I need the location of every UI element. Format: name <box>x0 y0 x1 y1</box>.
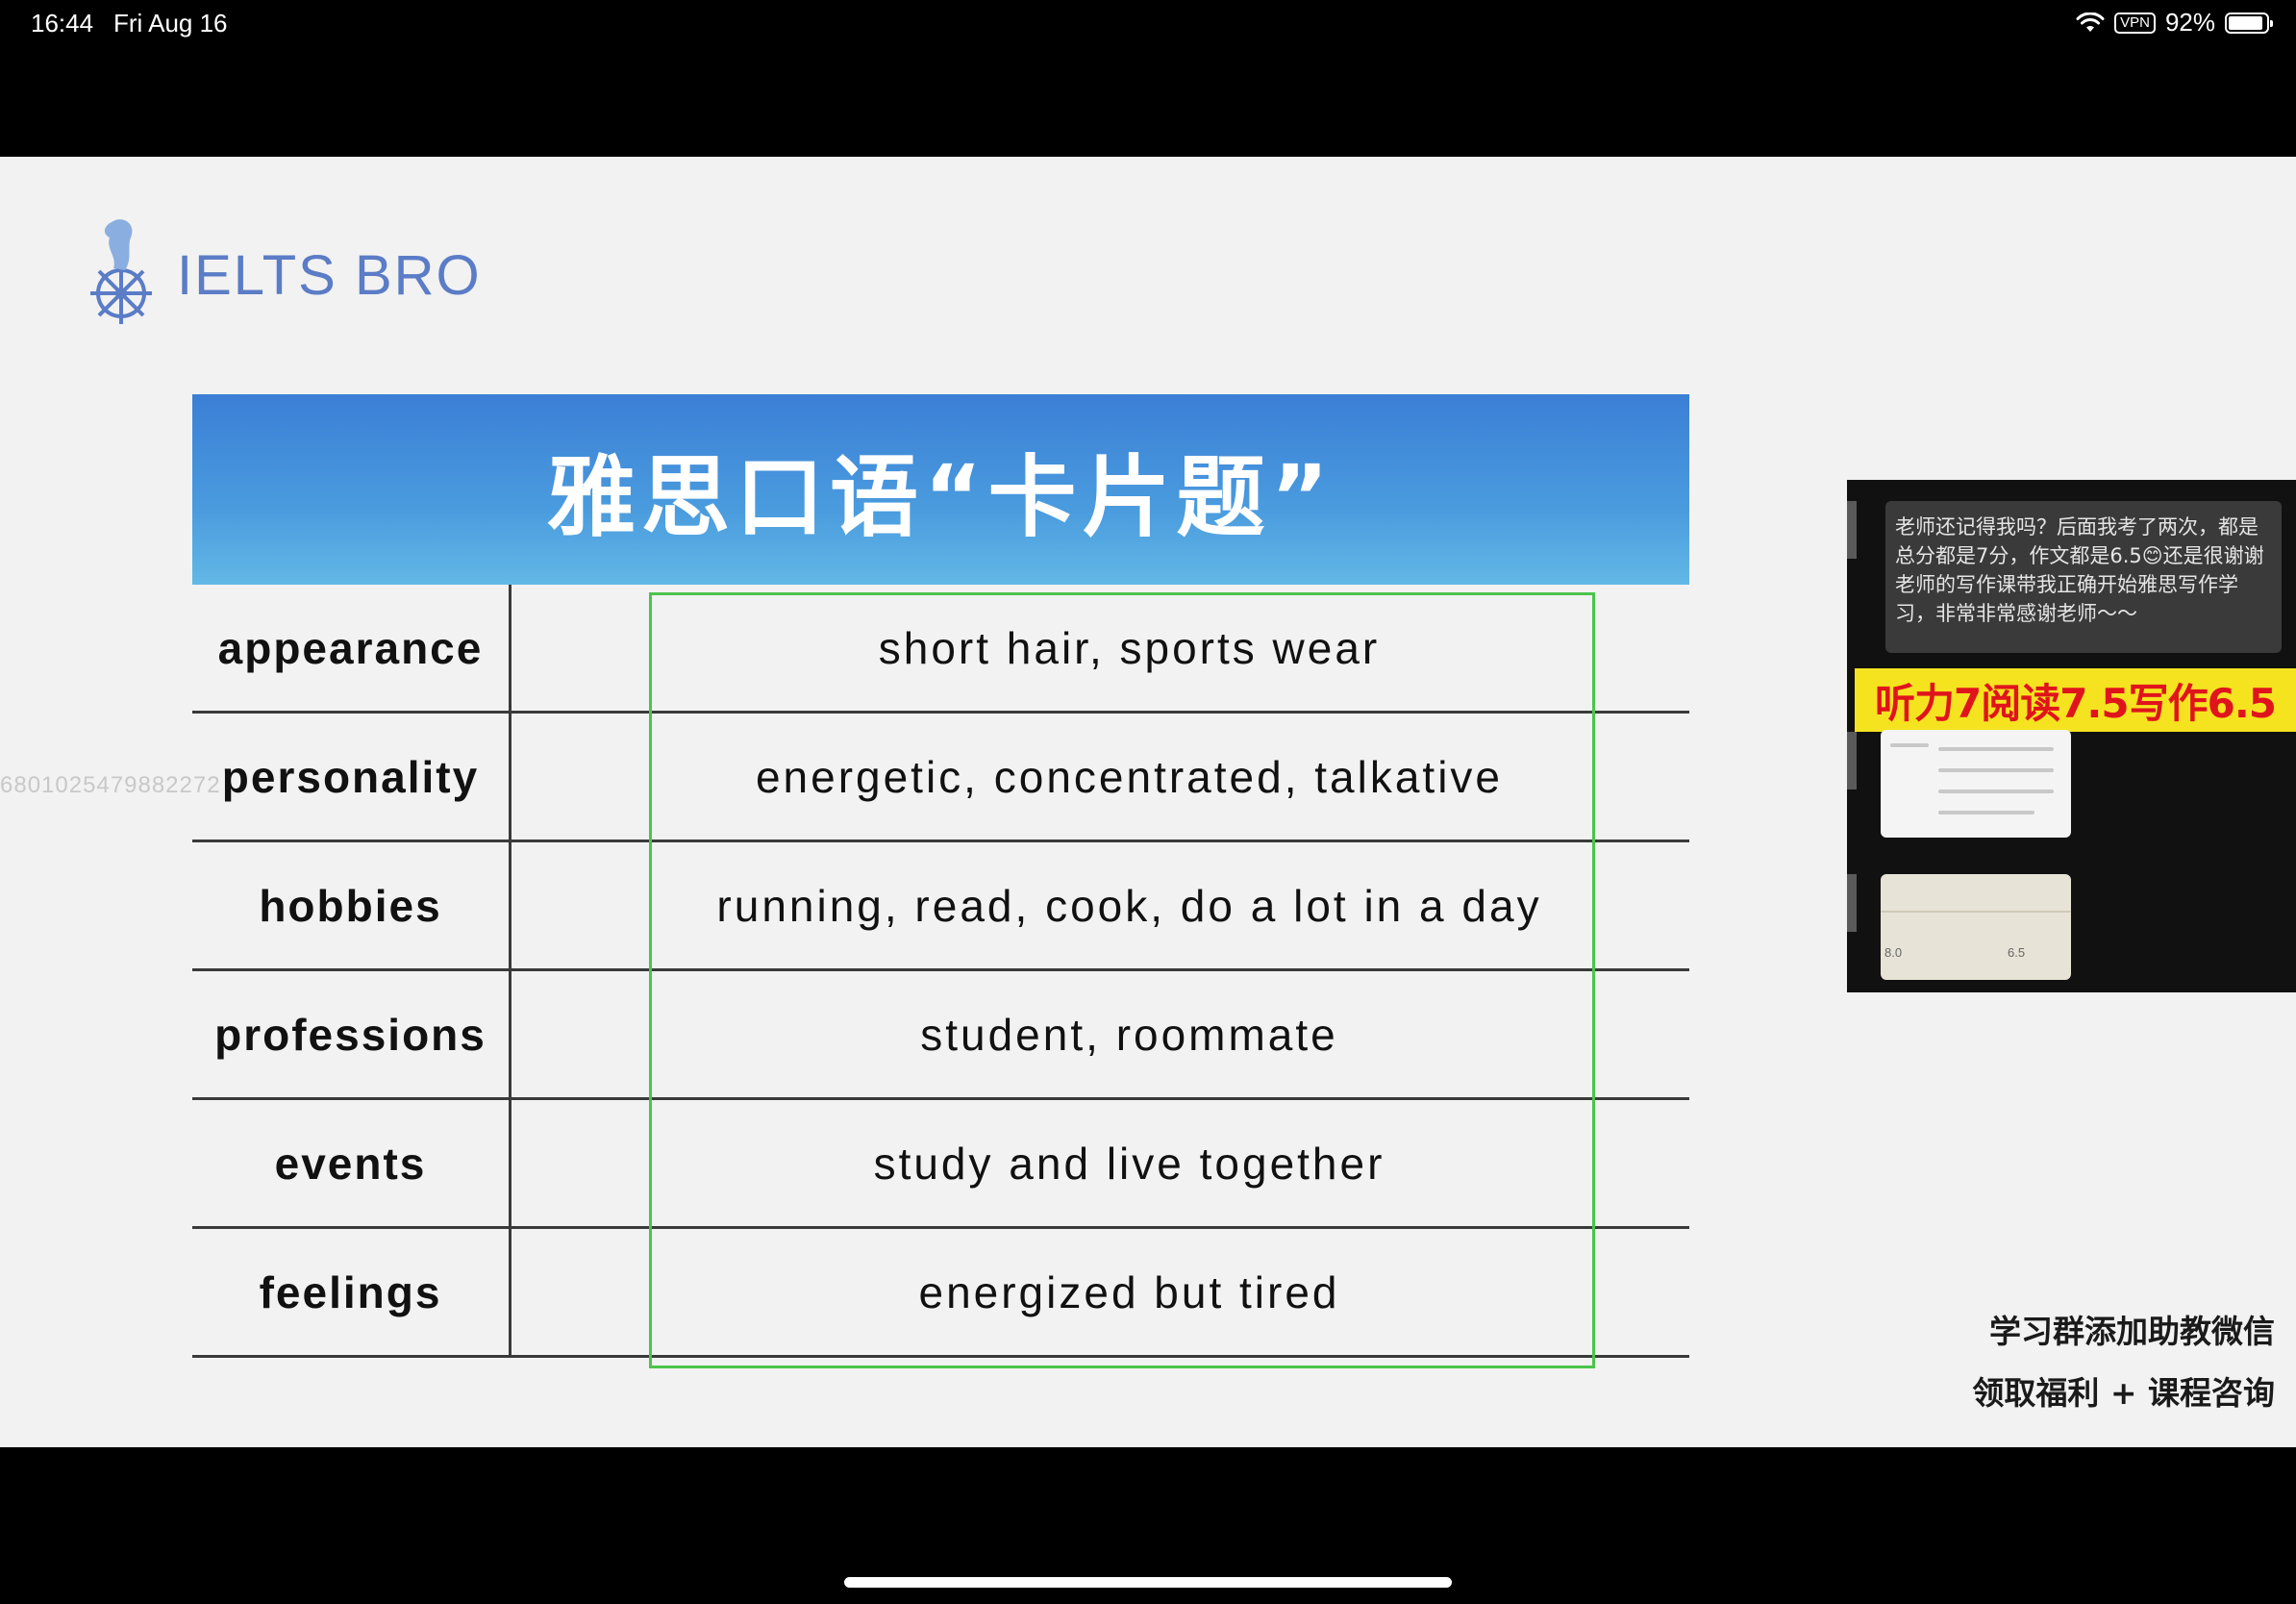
score-report-thumbnail <box>1881 730 2071 838</box>
row-label: events <box>192 1100 512 1226</box>
score-banner: 听力7阅读7.5写作6.5 <box>1855 668 2296 732</box>
home-indicator[interactable] <box>844 1577 1452 1588</box>
status-date: Fri Aug 16 <box>113 9 228 38</box>
vpn-badge: VPN <box>2114 12 2156 34</box>
score-photo-thumbnail: 8.0 6.5 <box>1881 874 2071 980</box>
row-label: personality <box>192 714 512 840</box>
avatar <box>1847 874 1857 932</box>
avatar <box>1847 732 1857 789</box>
answer-highlight-box <box>649 592 1595 1368</box>
row-label: hobbies <box>192 842 512 968</box>
status-time: 16:44 <box>31 9 94 38</box>
row-label: feelings <box>192 1229 512 1355</box>
wechat-cta: 学习群添加助教微信 领取福利 + 课程咨询 <box>1972 1301 2275 1424</box>
avatar <box>1847 501 1857 559</box>
testimonial-ad-panel[interactable]: 老师还记得我吗？后面我考了两次，都是总分都是7分，作文都是6.5😊还是很谢谢老师… <box>1847 480 2296 992</box>
ielts-bro-logo: IELTS BRO <box>85 214 482 336</box>
row-label: professions <box>192 971 512 1097</box>
score-value: 8.0 <box>1884 945 1903 960</box>
logo-text: IELTS BRO <box>177 243 482 307</box>
score-value: 6.5 <box>2008 945 2026 960</box>
slide-title: 雅思口语“卡片题” <box>547 445 1335 549</box>
status-bar: 16:44 Fri Aug 16 VPN 92% <box>0 0 2296 48</box>
cta-line: 学习群添加助教微信 <box>1989 1313 2275 1350</box>
presentation-slide: IELTS BRO 雅思口语“卡片题” appearance short hai… <box>0 157 2296 1447</box>
status-indicators: VPN 92% <box>2076 8 2273 38</box>
card-table-header: 雅思口语“卡片题” <box>192 394 1689 585</box>
battery-percent: 92% <box>2164 8 2215 37</box>
ship-wheel-icon <box>90 219 152 324</box>
battery-fill <box>2229 15 2262 30</box>
cta-line: 领取福利 + 课程咨询 <box>1972 1374 2275 1412</box>
battery-icon <box>2225 12 2273 34</box>
wifi-icon <box>2076 12 2105 32</box>
row-label: appearance <box>192 585 512 711</box>
score-banner-text: 听力7阅读7.5写作6.5 <box>1874 679 2277 727</box>
watermark-id: 6801025479882272 <box>0 772 221 798</box>
chat-bubble: 老师还记得我吗？后面我考了两次，都是总分都是7分，作文都是6.5😊还是很谢谢老师… <box>1885 501 2282 653</box>
